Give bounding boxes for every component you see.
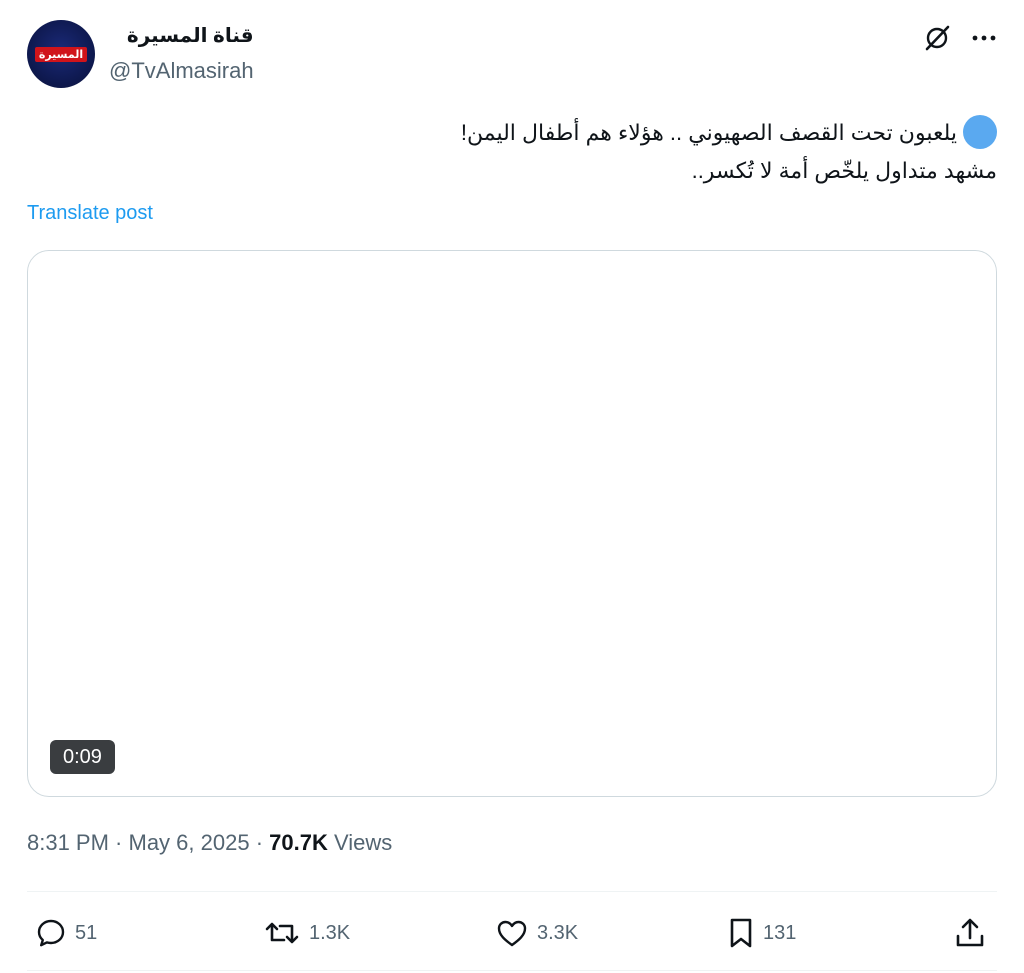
author-handle[interactable]: @TvAlmasirah [109,56,254,86]
meta-separator: · [108,830,129,855]
avatar[interactable]: المسيرة [27,20,95,88]
avatar-logo: المسيرة [34,46,88,62]
repost-button[interactable]: 1.3K [263,910,350,956]
author-display-name[interactable]: قناة المسيرة [109,22,254,50]
video-player[interactable]: 0:09 [27,250,997,797]
divider [27,891,997,892]
like-count: 3.3K [537,921,579,944]
post-time[interactable]: 8:31 PM [27,830,109,855]
reply-button[interactable]: 51 [35,910,97,956]
post-header: المسيرة قناة المسيرة @TvAlmasirah [27,20,997,90]
views-label: Views [333,830,393,855]
meta-separator: · [249,830,270,855]
header-actions [923,24,997,52]
bookmark-icon [730,918,752,948]
author-names: قناة المسيرة @TvAlmasirah [109,22,254,86]
action-bar: 51 1.3K 3.3K 131 [27,910,997,956]
like-button[interactable]: 3.3K [495,910,578,956]
reply-count: 51 [75,921,98,944]
bookmark-count: 131 [763,921,797,944]
bookmark-button[interactable]: 131 [727,910,796,956]
share-button[interactable] [953,910,987,956]
post-date[interactable]: May 6, 2025 [129,830,250,855]
grok-icon[interactable] [923,24,951,52]
heart-icon [497,920,527,947]
post-line-1-text: يلعبون تحت القصف الصهيوني .. هؤلاء هم أط… [460,120,957,145]
share-icon [956,918,984,947]
post-text-line-1: يلعبون تحت القصف الصهيوني .. هؤلاء هم أط… [27,114,997,152]
repost-count: 1.3K [309,921,351,944]
post-text-line-2: مشهد متداول يلخّص أمة لا تُكسر.. [691,158,997,183]
blue-circle-emoji [963,115,997,150]
video-duration-badge: 0:09 [50,740,115,774]
post-text: يلعبون تحت القصف الصهيوني .. هؤلاء هم أط… [27,114,997,190]
reply-icon [37,919,65,947]
post-meta: 8:31 PM · May 6, 2025 · 70.7K Views [27,828,392,858]
views-count: 70.7K [269,830,328,855]
more-icon[interactable] [971,25,997,51]
divider [27,970,997,971]
translate-post-link[interactable]: Translate post [27,202,153,225]
repost-icon [265,922,299,944]
